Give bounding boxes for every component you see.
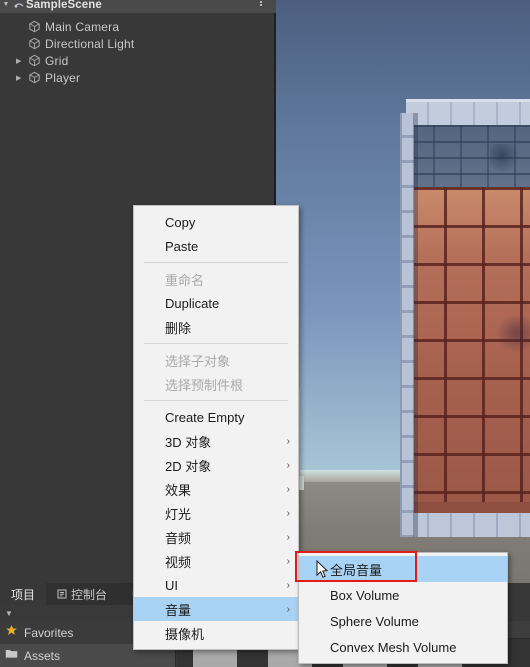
project-tree-item-label: Favorites (24, 625, 74, 640)
submenu-arrow-icon: › (286, 507, 290, 519)
menu-separator (144, 262, 288, 263)
hierarchy-item-label: Player (45, 70, 81, 85)
context-menu-item: 重命名 (134, 267, 298, 291)
tab-project[interactable]: 项目 (0, 583, 47, 605)
context-menu-item[interactable]: 摄像机 (134, 621, 298, 645)
folder-icon (5, 647, 18, 665)
hierarchy-context-menu[interactable]: Copy Paste 重命名 Duplicate 删除选择子对象选择预制件根 Create… (133, 205, 299, 650)
project-tree-item-label: Assets (24, 648, 61, 663)
scene-icon (12, 0, 26, 11)
mouse-cursor (316, 559, 329, 579)
context-menu-item-label: Duplicate (165, 295, 220, 311)
context-menu-item[interactable]: Paste (134, 234, 298, 258)
submenu-arrow-icon: › (286, 579, 290, 591)
submenu-item-label: 全局音量 (330, 562, 383, 578)
volume-submenu[interactable]: 全局音量 Box Volume Sphere Volume Convex Mesh V… (298, 552, 508, 664)
submenu-item[interactable]: Convex Mesh Volume (299, 634, 507, 660)
context-menu-item-label: 视频 (165, 554, 192, 570)
context-menu-item-label: Paste (165, 238, 199, 254)
context-menu-item: 选择子对象 (134, 348, 298, 372)
kebab-menu-icon[interactable] (260, 0, 262, 6)
console-icon (57, 589, 67, 599)
hierarchy-scene-row[interactable]: ▼ SampleScene (0, 0, 276, 13)
expand-arrow-icon[interactable]: ▶ (16, 74, 28, 82)
context-menu-item[interactable]: Create Empty (134, 405, 298, 429)
menu-separator (144, 400, 288, 401)
gameobject-cube-icon (28, 37, 45, 50)
hierarchy-item-player[interactable]: ▶ Player (0, 69, 274, 86)
building-brick-wall (406, 187, 530, 502)
tab-console[interactable]: 控制台 (46, 583, 119, 605)
context-menu-item[interactable]: Copy (134, 210, 298, 234)
submenu-arrow-icon: › (286, 483, 290, 495)
hierarchy-item-grid[interactable]: ▶ Grid (0, 52, 274, 69)
context-menu-item-label: 灯光 (165, 506, 192, 522)
tab-label: 项目 (11, 587, 36, 602)
scene-name-label: SampleScene (26, 0, 102, 11)
context-menu-item-label: 2D 对象 (165, 458, 212, 474)
unity-editor-window: ▼ SampleScene Main Camera Directional Li… (0, 0, 530, 667)
context-menu-item-label: 3D 对象 (165, 434, 212, 450)
submenu-item[interactable]: Box Volume (299, 582, 507, 608)
context-menu-item-label: 重命名 (165, 272, 205, 288)
star-icon (5, 624, 18, 642)
context-menu-item-label: Create Empty (165, 409, 245, 425)
context-menu-item[interactable]: 2D 对象 › (134, 453, 298, 477)
submenu-arrow-icon: › (286, 555, 290, 567)
tab-label: 控制台 (71, 587, 108, 602)
hierarchy-item-directional-light[interactable]: Directional Light (0, 35, 274, 52)
building-left-edge (400, 113, 414, 537)
scene-view[interactable] (276, 0, 530, 600)
context-menu-item[interactable]: 删除 (134, 315, 298, 339)
hierarchy-item-label: Main Camera (45, 19, 120, 34)
gameobject-cube-icon (28, 54, 45, 67)
submenu-item[interactable]: Sphere Volume (299, 608, 507, 634)
hierarchy-tree[interactable]: Main Camera Directional Light ▶ Grid ▶ P… (0, 13, 274, 86)
submenu-item-label: Sphere Volume (330, 613, 419, 629)
building-roof-cap (406, 99, 530, 125)
context-menu-item[interactable]: 3D 对象 › (134, 429, 298, 453)
context-menu-item[interactable]: 音频 › (134, 525, 298, 549)
building-trim-band (406, 502, 530, 513)
context-menu-item[interactable]: 音量 › (134, 597, 298, 621)
submenu-arrow-icon: › (286, 531, 290, 543)
gameobject-cube-icon (28, 71, 45, 84)
submenu-item-label: Convex Mesh Volume (330, 639, 457, 655)
submenu-arrow-icon: › (286, 603, 290, 615)
context-menu-item-label: 删除 (165, 320, 192, 336)
context-menu-item-label: 摄像机 (165, 626, 205, 642)
context-menu-item-label: 选择预制件根 (165, 377, 244, 393)
hierarchy-item-label: Directional Light (45, 36, 135, 51)
context-menu-item-label: UI (165, 577, 178, 593)
scene-expand-caret[interactable]: ▼ (0, 1, 12, 8)
building-stone-wall (406, 125, 530, 187)
context-menu-item[interactable]: 效果 › (134, 477, 298, 501)
context-menu-item-label: 音频 (165, 530, 192, 546)
context-menu-item[interactable]: 视频 › (134, 549, 298, 573)
context-menu-item-label: 效果 (165, 482, 192, 498)
submenu-item[interactable]: 全局音量 (299, 556, 507, 582)
hierarchy-item-main-camera[interactable]: Main Camera (0, 18, 274, 35)
context-menu-item-label: Copy (165, 214, 196, 230)
context-menu-item[interactable]: Duplicate (134, 291, 298, 315)
context-menu-item-label: 选择子对象 (165, 353, 231, 369)
context-menu-item: 选择预制件根 (134, 372, 298, 396)
menu-separator (144, 343, 288, 344)
building-edge-shadow (413, 113, 418, 537)
context-menu-item-label: 音量 (165, 602, 192, 618)
hierarchy-item-label: Grid (45, 53, 69, 68)
context-menu-item[interactable]: 灯光 › (134, 501, 298, 525)
submenu-arrow-icon: › (286, 435, 290, 447)
scene-voxel-building (400, 99, 530, 559)
submenu-item-label: Box Volume (330, 587, 400, 603)
building-base-blocks (406, 513, 530, 537)
context-menu-item[interactable]: UI › (134, 573, 298, 597)
submenu-arrow-icon: › (286, 459, 290, 471)
chevron-down-icon[interactable]: ▼ (5, 609, 13, 618)
hierarchy-header: ▼ SampleScene (0, 0, 276, 13)
expand-arrow-icon[interactable]: ▶ (16, 57, 28, 65)
gameobject-cube-icon (28, 20, 45, 33)
